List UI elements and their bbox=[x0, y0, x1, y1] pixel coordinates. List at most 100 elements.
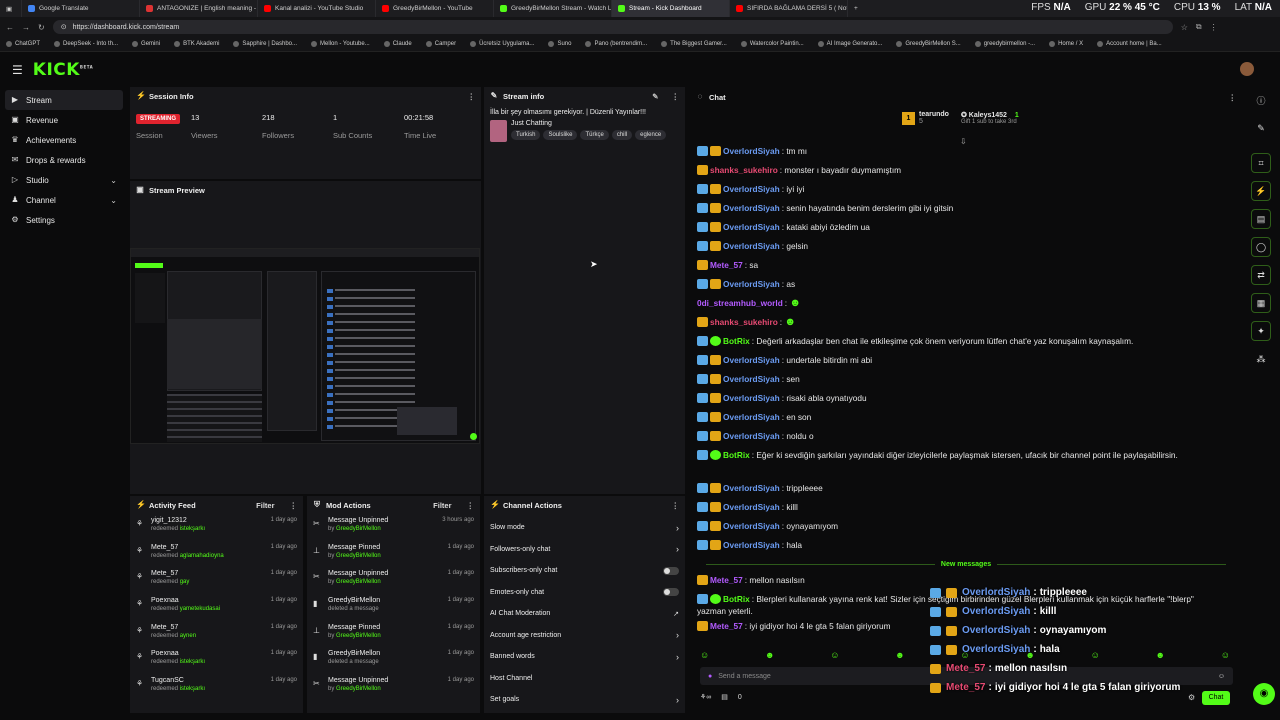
emote-icon[interactable]: ☻ bbox=[895, 650, 904, 660]
bolt-icon[interactable]: ⚡ bbox=[1251, 181, 1271, 201]
emote-icon[interactable]: ☺ bbox=[1091, 650, 1100, 660]
chevron-right-icon[interactable]: › bbox=[676, 630, 679, 640]
bookmark-item[interactable]: Sapphire | Dashbo... bbox=[233, 41, 297, 47]
toggle-switch[interactable] bbox=[663, 566, 679, 575]
channel-action-banned-words[interactable]: Banned words › bbox=[484, 646, 685, 668]
integrations-icon[interactable]: ⁂ bbox=[1251, 349, 1271, 369]
chat-username[interactable]: BotRix bbox=[723, 450, 750, 460]
chevron-right-icon[interactable]: › bbox=[676, 544, 679, 554]
chat-settings-icon[interactable]: ⚙ bbox=[1188, 693, 1195, 702]
mod-action-by[interactable]: GreedyBirMellon bbox=[336, 686, 381, 692]
chat-username[interactable]: OverlordSiyah bbox=[723, 431, 780, 441]
stream-preview-video[interactable] bbox=[130, 248, 480, 444]
bookmark-item[interactable]: greedybirmellon -... bbox=[974, 41, 1035, 47]
chat-username[interactable]: Mete_57 bbox=[710, 575, 743, 585]
chat-username[interactable]: BotRix bbox=[723, 594, 750, 604]
chat-username[interactable]: shanks_sukehiro bbox=[710, 165, 778, 175]
swap-icon[interactable]: ⇄ bbox=[1251, 265, 1271, 285]
star-icon[interactable]: ☆ bbox=[1181, 23, 1188, 32]
document-icon[interactable]: ▤ bbox=[1251, 209, 1271, 229]
mic-icon[interactable]: ● bbox=[708, 673, 712, 680]
reload-icon[interactable]: ↻ bbox=[38, 23, 45, 32]
chat-username[interactable]: OverlordSiyah bbox=[723, 374, 780, 384]
activity-user[interactable]: Poexnaa bbox=[151, 650, 205, 657]
mod-action-by[interactable]: GreedyBirMellon bbox=[336, 579, 381, 585]
more-options-icon[interactable]: ⋮ bbox=[290, 501, 298, 510]
bookmark-item[interactable]: The Biggest Gamer... bbox=[661, 41, 727, 47]
more-options-icon[interactable]: ⋮ bbox=[672, 92, 680, 101]
chat-username[interactable]: OverlordSiyah bbox=[723, 521, 780, 531]
bookmark-item[interactable]: Watercolor Paintin... bbox=[740, 41, 804, 47]
activity-user[interactable]: Mete_57 bbox=[151, 624, 196, 631]
chat-username[interactable]: Mete_57 bbox=[710, 621, 743, 631]
channel-action-slow-mode[interactable]: Slow mode › bbox=[484, 517, 685, 539]
stream-tag[interactable]: eglence bbox=[635, 130, 667, 140]
forward-icon[interactable]: → bbox=[22, 23, 30, 32]
chat-username[interactable]: OverlordSiyah bbox=[723, 412, 780, 422]
filter-button[interactable]: Filter bbox=[256, 501, 274, 510]
bookmark-item[interactable]: BTK Akademi bbox=[174, 41, 219, 47]
activity-user[interactable]: Mete_57 bbox=[151, 544, 224, 551]
chat-username[interactable]: OverlordSiyah bbox=[723, 146, 780, 156]
wrench-icon[interactable]: ✦ bbox=[1251, 321, 1271, 341]
info-icon[interactable]: ⓘ bbox=[1251, 90, 1271, 110]
bookmark-item[interactable]: Claude bbox=[383, 41, 412, 47]
menu-icon[interactable]: ⋮ bbox=[1210, 23, 1218, 32]
activity-user[interactable]: TugcanSC bbox=[151, 677, 205, 684]
bookmark-item[interactable]: Suno bbox=[548, 41, 571, 47]
stream-tag[interactable]: Soulslike bbox=[543, 130, 578, 140]
sidebar-item-settings[interactable]: ⚙ Settings bbox=[5, 210, 123, 230]
chat-bubble-icon[interactable]: ◯ bbox=[1251, 237, 1271, 257]
activity-user[interactable]: Mete_57 bbox=[151, 570, 189, 577]
emoji-picker-icon[interactable]: ☺ bbox=[1218, 673, 1225, 680]
emote-icon[interactable]: ☺ bbox=[1221, 650, 1230, 660]
sidebar-item-drops[interactable]: ✉ Drops & rewards bbox=[5, 150, 123, 170]
hamburger-menu-icon[interactable]: ☰ bbox=[12, 63, 23, 77]
bookmark-item[interactable]: DeepSeek - Into th... bbox=[54, 41, 118, 47]
extensions-icon[interactable]: ⧉ bbox=[1196, 22, 1202, 32]
back-icon[interactable]: ← bbox=[6, 23, 14, 32]
mod-action-by[interactable]: GreedyBirMellon bbox=[336, 526, 381, 532]
channel-action-followers-only-chat[interactable]: Followers-only chat › bbox=[484, 539, 685, 561]
stream-tag[interactable]: Turkish bbox=[511, 130, 541, 140]
sidebar-item-revenue[interactable]: ▣ Revenue bbox=[5, 110, 123, 130]
activity-user[interactable]: Poexnaa bbox=[151, 597, 220, 604]
chat-username[interactable]: OverlordSiyah bbox=[723, 241, 780, 251]
sidebar-item-stream[interactable]: ▶ Stream bbox=[5, 90, 123, 110]
channel-action-emotes-only-chat[interactable]: Emotes-only chat bbox=[484, 582, 685, 604]
emote-icon[interactable]: ☻ bbox=[1156, 650, 1165, 660]
emote-icon[interactable]: ☺ bbox=[830, 650, 839, 660]
browser-tab[interactable]: GreedyBirMellon Stream - Watch L bbox=[494, 0, 612, 17]
support-chat-icon[interactable]: ◉ bbox=[1253, 683, 1275, 705]
bookmark-item[interactable]: Mellon - Youtube... bbox=[311, 41, 370, 47]
channel-action-set-goals[interactable]: Set goals › bbox=[484, 689, 685, 711]
crop-icon[interactable]: ⌗ bbox=[1251, 153, 1271, 173]
chat-username[interactable]: shanks_sukehiro bbox=[710, 317, 778, 327]
sidebar-item-studio[interactable]: ▷ Studio ⌄ bbox=[5, 170, 123, 190]
emote-icon[interactable]: ☻ bbox=[765, 650, 774, 660]
more-options-icon[interactable]: ⋮ bbox=[468, 92, 476, 101]
send-chat-button[interactable]: Chat bbox=[1202, 691, 1230, 705]
chat-username[interactable]: OverlordSiyah bbox=[723, 222, 780, 232]
chat-username[interactable]: OverlordSiyah bbox=[723, 203, 780, 213]
url-field[interactable]: ⊙ https://dashboard.kick.com/stream bbox=[52, 20, 1173, 34]
filter-button[interactable]: Filter bbox=[433, 501, 451, 510]
external-link-icon[interactable]: ↗ bbox=[673, 610, 679, 618]
chat-username[interactable]: OverlordSiyah bbox=[723, 483, 780, 493]
more-options-icon[interactable]: ⋮ bbox=[672, 501, 680, 510]
bookmark-item[interactable]: Pano (bentrendim... bbox=[585, 41, 647, 47]
channel-points-icon[interactable]: ⚘∞ bbox=[700, 693, 711, 701]
mod-action-by[interactable]: GreedyBirMellon bbox=[336, 553, 381, 559]
channel-action-subscribers-only-chat[interactable]: Subscribers-only chat bbox=[484, 560, 685, 582]
browser-tab[interactable]: Stream - Kick Dashboard bbox=[612, 0, 730, 17]
new-tab-button[interactable]: + bbox=[848, 0, 866, 17]
pencil-icon[interactable]: ✎ bbox=[1251, 118, 1271, 138]
bookmark-item[interactable]: Gemini bbox=[132, 41, 160, 47]
site-info-icon[interactable]: ⊙ bbox=[61, 23, 67, 31]
chevron-right-icon[interactable]: › bbox=[676, 695, 679, 705]
mod-action-by[interactable]: GreedyBirMellon bbox=[336, 633, 381, 639]
chat-username[interactable]: OverlordSiyah bbox=[723, 540, 780, 550]
browser-tab[interactable]: ANTAGONIZE | English meaning - bbox=[140, 0, 258, 17]
emote-icon[interactable]: ☺ bbox=[700, 650, 709, 660]
chat-username[interactable]: OverlordSiyah bbox=[723, 393, 780, 403]
